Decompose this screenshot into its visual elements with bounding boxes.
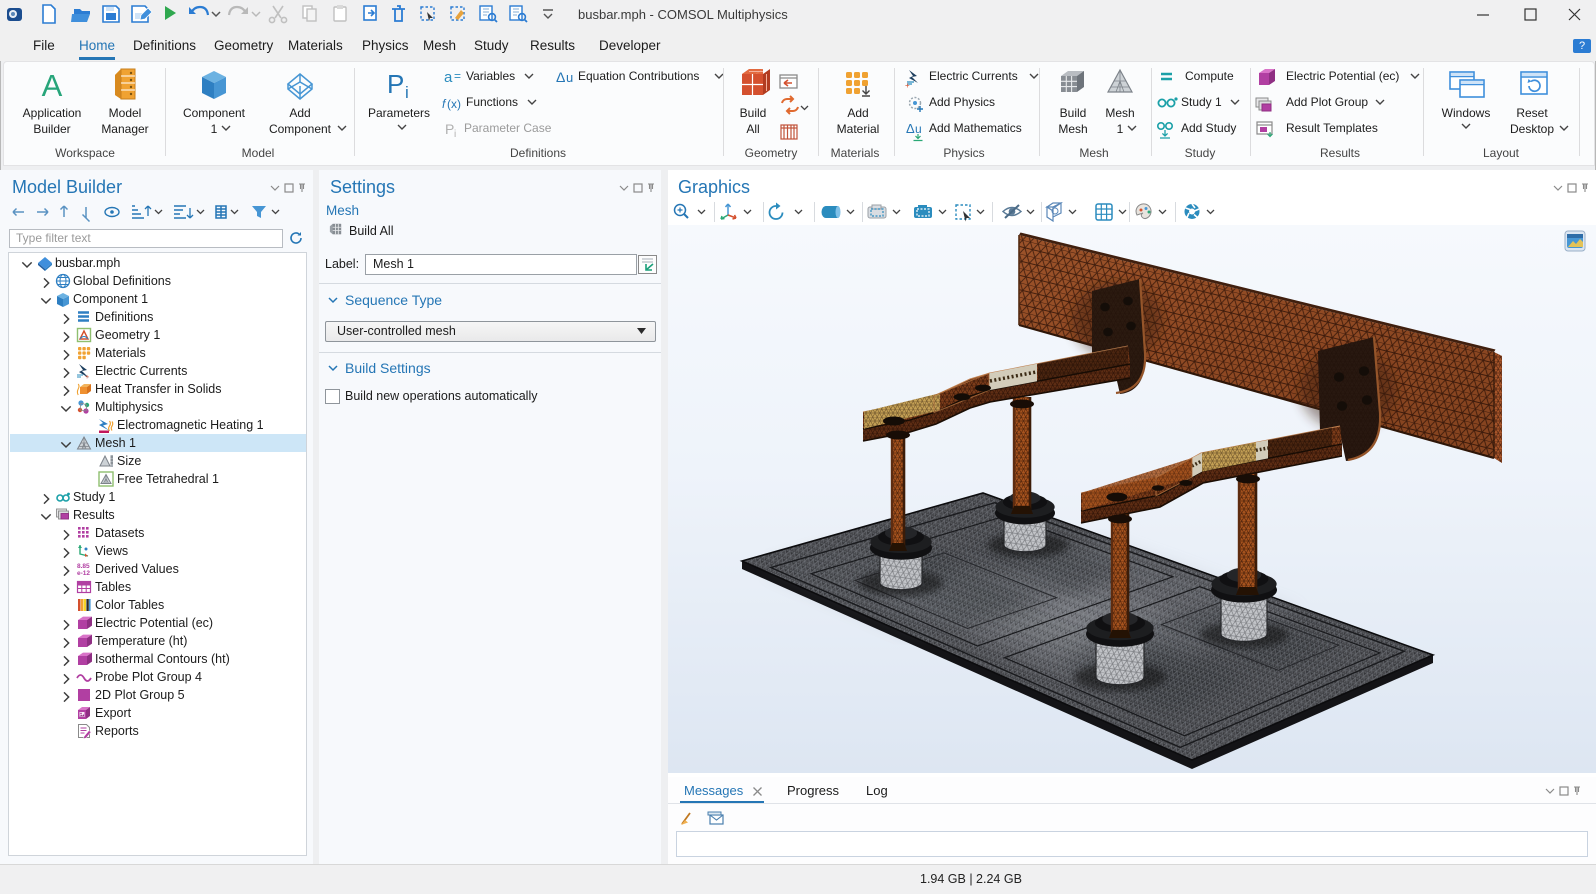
svg-text:8.85: 8.85 <box>77 563 90 570</box>
svg-text:i: i <box>454 129 456 140</box>
svg-text:A: A <box>42 68 63 103</box>
svg-text:P: P <box>387 69 404 99</box>
svg-text:+: + <box>905 81 910 90</box>
svg-text:i: i <box>405 83 409 102</box>
svg-text:=: = <box>454 69 461 83</box>
svg-text:P: P <box>445 121 454 137</box>
svg-text:a: a <box>444 69 453 86</box>
svg-text:e-12: e-12 <box>77 570 90 577</box>
svg-text:+: + <box>85 374 89 379</box>
svg-text:u: u <box>566 70 573 85</box>
svg-text:Δ: Δ <box>556 69 565 85</box>
